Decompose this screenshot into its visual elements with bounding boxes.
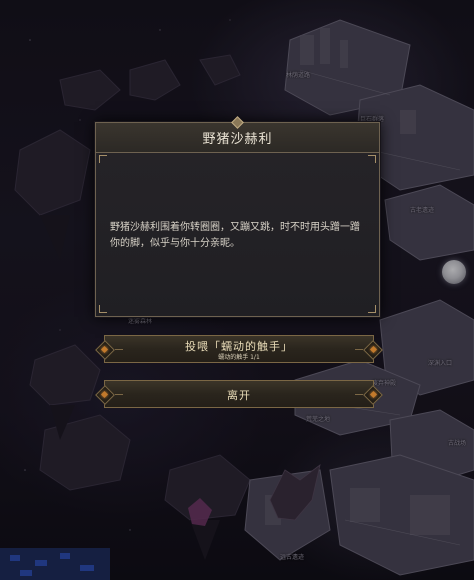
event-dialog: 野猪沙赫利 野猪沙赫利围着你转圈圈，又蹦又跳，时不时用头蹭一蹭你的脚，似乎与你十… [95,116,380,317]
gem-ornament [369,345,378,354]
gem-ornament [100,390,109,399]
deco-line [355,394,363,395]
deco-line [355,349,363,350]
leave-choice-label: 离开 [227,389,251,402]
deco-line [115,349,123,350]
game-scene: 林荫道路 巨石群落 古老遗迹 深渊入口 迷雾森林 废弃神殿 荒芜之地 古战场 远… [0,0,474,580]
dialog-header: 野猪沙赫利 [96,116,379,153]
corner-ornament [368,155,376,163]
feed-item-count: 蠕动的触手 1/1 [218,354,260,361]
deco-line [115,394,123,395]
feed-choice-button[interactable]: 投喂「蠕动的触手」 蠕动的触手 1/1 [100,335,378,363]
gem-ornament [369,390,378,399]
dialog-body-text: 野猪沙赫利围着你转圈圈，又蹦又跳，时不时用头蹭一蹭你的脚，似乎与你十分亲昵。 [110,222,360,249]
corner-ornament [99,305,107,313]
gem-ornament [100,345,109,354]
corner-ornament [368,305,376,313]
leave-choice-button[interactable]: 离开 [100,380,378,408]
corner-ornament [99,155,107,163]
dialog-title: 野猪沙赫利 [202,132,273,147]
feed-choice-label: 投喂「蠕动的触手」 [185,340,293,353]
